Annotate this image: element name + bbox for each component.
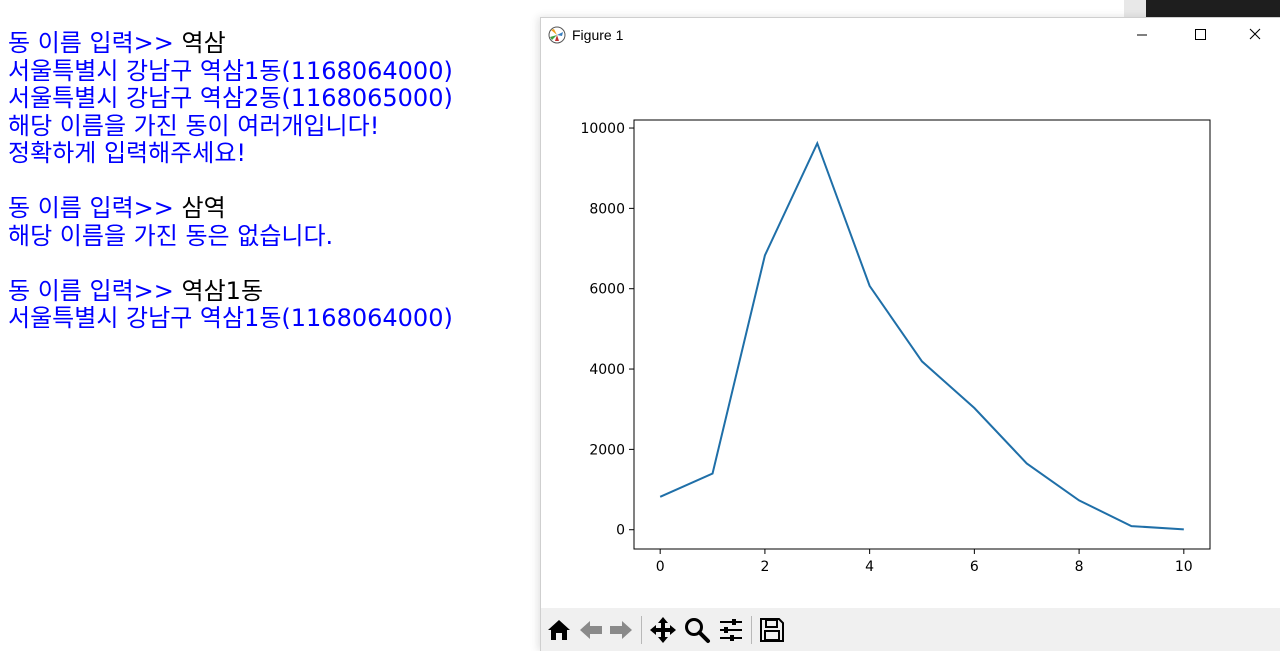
x-tick-label: 0 [656,559,665,575]
console-line: 서울특별시 강남구 역삼1동(1168064000) [8,57,453,85]
console-line: 정확하게 입력해주세요! [8,139,246,167]
line-chart[interactable]: 0 2000 4000 6000 8000 10000 0 2 4 6 8 10 [541,52,1280,608]
y-tick-label: 0 [616,523,625,539]
minimize-icon [1137,34,1147,36]
back-arrow-icon [580,621,602,639]
console-text: 동 이름 입력>> [8,276,182,305]
console-text: 서울특별시 강남구 역삼2동(1168065000) [8,84,453,112]
y-tick-label: 4000 [589,362,625,378]
x-tick-label: 6 [970,559,979,575]
zoom-icon [685,618,710,643]
axes-frame [633,119,1211,550]
console-line: 동 이름 입력>> 삼역 [8,194,226,222]
forward-arrow-icon [610,621,632,639]
y-tick-label: 10000 [580,121,625,137]
console-line: 서울특별시 강남구 역삼1동(1168064000) [8,304,453,332]
console-line: 서울특별시 강남구 역삼2동(1168065000) [8,84,453,112]
forward-button[interactable] [607,616,635,644]
y-axis: 0 2000 4000 6000 8000 10000 [580,121,634,539]
console-text: 동 이름 입력>> [8,29,182,57]
console-text: 정확하게 입력해주세요! [8,139,247,167]
console-user-input: 역삼 [181,29,226,57]
y-tick-label: 8000 [589,201,625,217]
save-icon [760,618,784,642]
maximize-button[interactable] [1178,23,1222,47]
console-text: 서울특별시 강남구 역삼1동(1168064000) [8,304,453,332]
close-icon [1249,28,1261,40]
x-tick-label: 10 [1175,559,1193,575]
console-text: 서울특별시 강남구 역삼1동(1168064000) [8,56,453,85]
console-line: 동 이름 입력>> 역삼 [8,29,226,57]
console-text: 해당 이름을 가진 동이 여러개입니다! [8,111,380,140]
toolbar-separator [641,616,642,644]
y-tick-label: 2000 [589,442,625,458]
x-tick-label: 4 [865,559,874,575]
pan-icon [650,617,676,643]
home-icon [548,620,570,640]
home-button[interactable] [545,616,573,644]
title-bar[interactable]: Figure 1 [541,18,1280,52]
console-text: 해당 이름을 가진 동은 없습니다. [8,221,334,250]
figure-window: Figure 1 0 2000 4000 6000 8000 10000 0 2 4 6 8 10 [540,17,1280,651]
y-tick-label: 6000 [589,282,625,298]
data-line [659,140,1184,531]
pan-button[interactable] [649,616,677,644]
back-button[interactable] [577,616,605,644]
console-output: 동 이름 입력>> 역삼 서울특별시 강남구 역삼1동(1168064000) 서울… [0,0,540,650]
matplotlib-app-icon [548,26,566,48]
configure-subplots-icon [720,619,742,641]
console-line: 해당 이름을 가진 동이 여러개입니다! [8,112,379,140]
console-text: 동 이름 입력>> [8,194,182,222]
console-user-input: 삼역 [181,194,226,222]
console-line: 해당 이름을 가진 동은 없습니다. [8,222,333,250]
x-tick-label: 2 [760,559,769,575]
navigation-toolbar [541,608,1280,651]
console-line: 동 이름 입력>> 역삼1동 [8,277,263,305]
close-button[interactable] [1233,23,1277,47]
x-axis: 0 2 4 6 8 10 [656,549,1193,575]
save-button[interactable] [758,616,786,644]
zoom-button[interactable] [683,616,711,644]
toolbar-separator [751,616,752,644]
x-tick-label: 8 [1075,559,1084,575]
maximize-icon [1195,29,1206,40]
window-title: Figure 1 [572,27,624,43]
console-user-input: 역삼1동 [181,276,264,305]
minimize-button[interactable] [1120,23,1164,47]
configure-subplots-button[interactable] [717,616,745,644]
